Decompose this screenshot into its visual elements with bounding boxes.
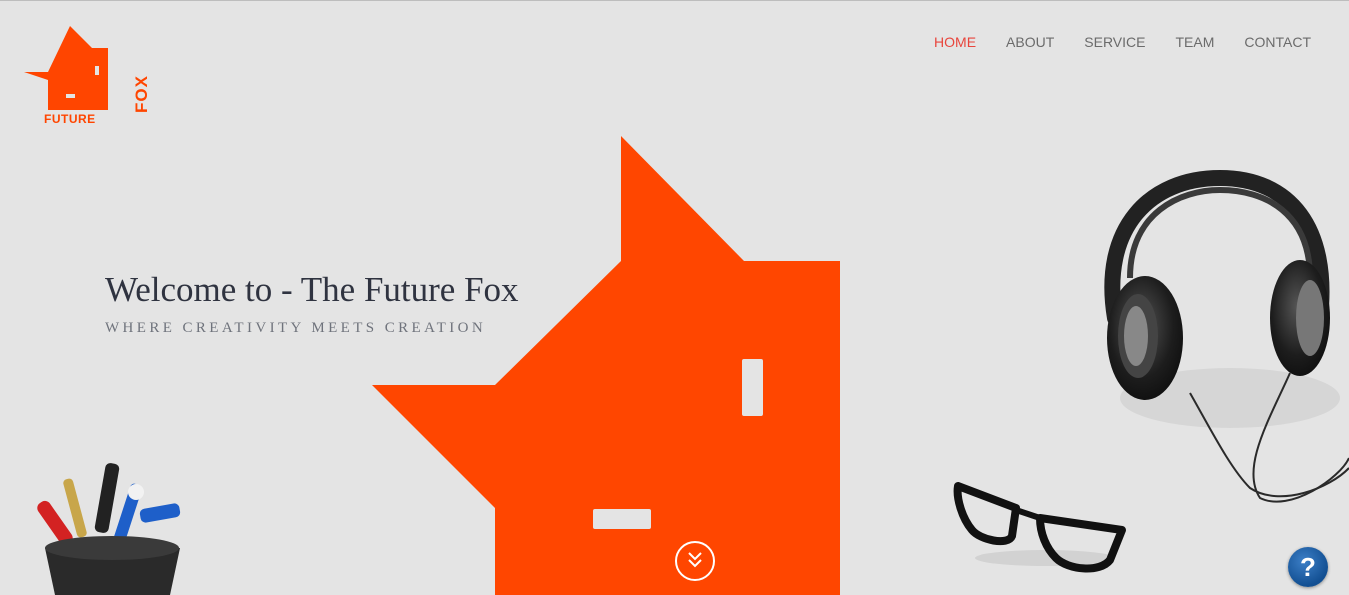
- fox-logo-icon: [24, 26, 108, 110]
- scroll-down-button[interactable]: [675, 541, 715, 581]
- help-button[interactable]: ?: [1288, 547, 1328, 587]
- main-nav: HOME ABOUT SERVICE TEAM CONTACT: [904, 33, 1311, 51]
- logo-future-text: FUTURE: [44, 112, 96, 126]
- pen-cup-image: [37, 463, 181, 595]
- nav-about[interactable]: ABOUT: [1006, 33, 1054, 51]
- logo-fox-text: FOX: [132, 75, 151, 113]
- page: FOX FUTURE HOME ABOUT SERVICE TEAM CONTA…: [0, 0, 1349, 595]
- fox-hero-graphic: [372, 136, 840, 595]
- top-border: [0, 0, 1349, 1]
- help-icon: ?: [1300, 552, 1316, 582]
- headphones-image: [1104, 169, 1349, 503]
- nav-contact[interactable]: CONTACT: [1244, 33, 1311, 51]
- nav-team[interactable]: TEAM: [1175, 33, 1214, 51]
- glasses-image: [953, 482, 1126, 573]
- nav-service[interactable]: SERVICE: [1084, 33, 1145, 51]
- double-chevron-down-icon: [688, 552, 702, 568]
- nav-home[interactable]: HOME: [934, 33, 976, 51]
